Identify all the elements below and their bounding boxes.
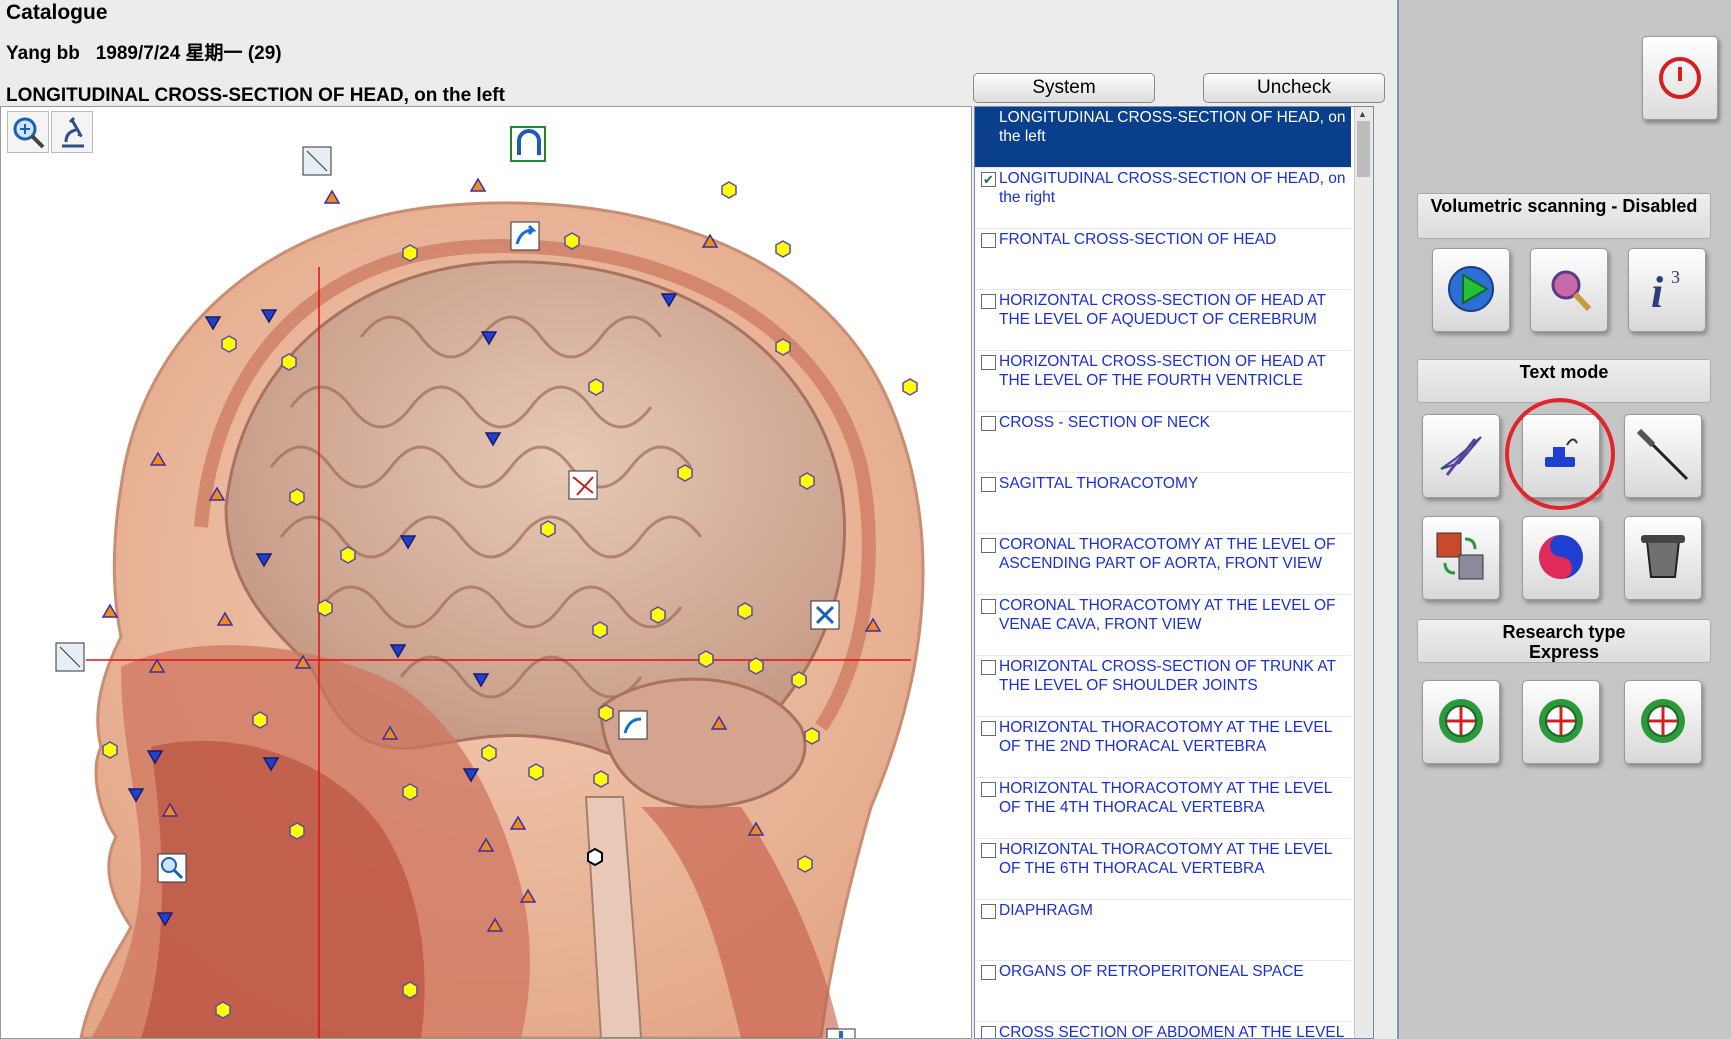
catalogue-list[interactable]: LONGITUDINAL CROSS-SECTION OF HEAD, on t… [974,106,1374,1039]
research-target-button-2[interactable] [1522,680,1600,764]
catalogue-item-checkbox[interactable] [981,170,996,189]
catalogue-item-label: SAGITTAL THORACOTOMY [999,475,1199,492]
catalogue-item-label: CORONAL THORACOTOMY AT THE LEVEL OF ASCE… [999,536,1336,572]
catalogue-item-checkbox[interactable] [981,904,996,919]
catalogue-item[interactable]: HORIZONTAL THORACOTOMY AT THE LEVEL OF T… [975,778,1351,839]
research-type-value: Express [1528,642,1600,662]
catalogue-item-label: LONGITUDINAL CROSS-SECTION OF HEAD, on t… [999,170,1346,206]
catalogue-item-label: HORIZONTAL CROSS-SECTION OF TRUNK AT THE… [999,658,1336,694]
cauldron-icon [1641,535,1685,578]
play-button[interactable] [1432,248,1510,332]
catalogue-item-checkbox[interactable] [981,1026,996,1038]
text-mode-group: Text mode [1417,359,1711,403]
catalogue-item-label: CROSS SECTION OF ABDOMEN AT THE LEVEL OF [999,1024,1344,1039]
highlight-circle [1505,398,1615,510]
catalogue-item[interactable]: CROSS - SECTION OF NECK [975,412,1351,473]
catalogue-item-label: HORIZONTAL CROSS-SECTION OF HEAD AT THE … [999,292,1326,328]
catalogue-item-checkbox[interactable] [981,355,996,370]
catalogue-item[interactable]: HORIZONTAL CROSS-SECTION OF TRUNK AT THE… [975,656,1351,717]
transform-icon [1436,532,1484,580]
head-cross-section-image [55,126,925,1038]
research-target-button-1[interactable] [1422,680,1500,764]
catalogue-item[interactable]: LONGITUDINAL CROSS-SECTION OF HEAD, on t… [975,107,1351,168]
svg-text:3: 3 [1671,267,1680,287]
yin-yang-button[interactable] [1522,516,1600,600]
info-icon: i3 [1651,267,1680,317]
research-type-title: Research type [1502,622,1626,642]
zoom-in-icon [13,117,45,149]
scan-button[interactable] [1530,248,1608,332]
catalogue-item-checkbox[interactable] [981,843,996,858]
cauldron-button[interactable] [1624,516,1702,600]
quill-button[interactable] [1422,414,1500,498]
power-button[interactable] [1642,36,1718,120]
catalogue-item-label: HORIZONTAL THORACOTOMY AT THE LEVEL OF T… [999,719,1332,755]
catalogue-item-checkbox[interactable] [981,782,996,797]
catalogue-scrollbar[interactable]: ▲ [1354,107,1373,1038]
system-button[interactable]: System [973,73,1155,103]
patient-info: Yang bb 1989/7/24 星期一 (29) [6,43,282,64]
catalogue-item[interactable]: HORIZONTAL THORACOTOMY AT THE LEVEL OF T… [975,717,1351,778]
catalogue-item-label: CROSS - SECTION OF NECK [999,414,1210,431]
catalogue-item[interactable]: ORGANS OF RETROPERITONEAL SPACE [975,961,1351,1022]
catalogue-item[interactable]: DIAPHRAGM [975,900,1351,961]
uncheck-button[interactable]: Uncheck [1203,73,1385,103]
info-button[interactable]: i3 [1628,248,1706,332]
volumetric-status: Volumetric scanning - Disabled [1417,193,1711,239]
target-icon [1439,699,1483,743]
text-mode-label: Text mode [1417,359,1711,403]
catalogue-item-checkbox[interactable] [981,599,996,614]
research-type-group: Research type Express [1417,619,1711,663]
catalogue-item-label: ORGANS OF RETROPERITONEAL SPACE [999,963,1304,980]
play-icon [1448,266,1494,312]
quill-icon [1440,436,1482,476]
catalogue-item-checkbox[interactable] [981,477,996,492]
catalogue-item[interactable]: CORONAL THORACOTOMY AT THE LEVEL OF ASCE… [975,534,1351,595]
catalogue-item-checkbox[interactable] [981,233,996,248]
catalogue-item[interactable]: SAGITTAL THORACOTOMY [975,473,1351,534]
catalogue-item-label: HORIZONTAL THORACOTOMY AT THE LEVEL OF T… [999,780,1332,816]
research-type-label: Research type Express [1417,619,1711,663]
catalogue-item-label: CORONAL THORACOTOMY AT THE LEVEL OF VENA… [999,597,1336,633]
catalogue-item-label: HORIZONTAL CROSS-SECTION OF HEAD AT THE … [999,353,1326,389]
catalogue-item[interactable]: HORIZONTAL CROSS-SECTION OF HEAD AT THE … [975,290,1351,351]
catalogue-item-checkbox[interactable] [981,416,996,431]
catalogue-item[interactable]: LONGITUDINAL CROSS-SECTION OF HEAD, on t… [975,168,1351,229]
catalogue-item-checkbox[interactable] [981,294,996,309]
microscope-tool[interactable] [51,111,93,153]
scan-icon [1551,270,1592,312]
catalogue-item[interactable]: CORONAL THORACOTOMY AT THE LEVEL OF VENA… [975,595,1351,656]
catalogue-item-checkbox[interactable] [981,538,996,553]
zoom-in-tool[interactable] [7,111,49,153]
power-icon [1659,57,1701,99]
section-title: LONGITUDINAL CROSS-SECTION OF HEAD, on t… [6,85,505,106]
catalogue-item-label: LONGITUDINAL CROSS-SECTION OF HEAD, on t… [999,109,1346,145]
page-title: Catalogue [6,1,108,24]
microscope-icon [62,116,84,148]
catalogue-item-checkbox[interactable] [981,965,996,980]
scroll-up-icon[interactable]: ▲ [1358,109,1367,119]
needle-button[interactable] [1624,414,1702,498]
catalogue-item[interactable]: HORIZONTAL THORACOTOMY AT THE LEVEL OF T… [975,839,1351,900]
yin-yang-icon [1539,535,1583,579]
catalogue-item[interactable]: FRONTAL CROSS-SECTION OF HEAD [975,229,1351,290]
catalogue-item-label: FRONTAL CROSS-SECTION OF HEAD [999,231,1277,248]
catalogue-item-checkbox[interactable] [981,721,996,736]
catalogue-item[interactable]: HORIZONTAL CROSS-SECTION OF HEAD AT THE … [975,351,1351,412]
anatomy-viewer[interactable] [0,106,972,1039]
target-icon [1641,699,1685,743]
catalogue-item-label: HORIZONTAL THORACOTOMY AT THE LEVEL OF T… [999,841,1332,877]
scrollbar-thumb[interactable] [1357,121,1370,177]
needle-icon [1636,428,1689,481]
transform-button[interactable] [1422,516,1500,600]
research-target-button-3[interactable] [1624,680,1702,764]
catalogue-item-label: DIAPHRAGM [999,902,1093,919]
target-icon [1539,699,1583,743]
right-control-panel: Volumetric scanning - Disabled i3 Text m… [1397,0,1731,1039]
svg-text:i: i [1651,268,1664,317]
catalogue-item-checkbox[interactable] [981,660,996,675]
catalogue-item[interactable]: CROSS SECTION OF ABDOMEN AT THE LEVEL OF [975,1022,1351,1039]
